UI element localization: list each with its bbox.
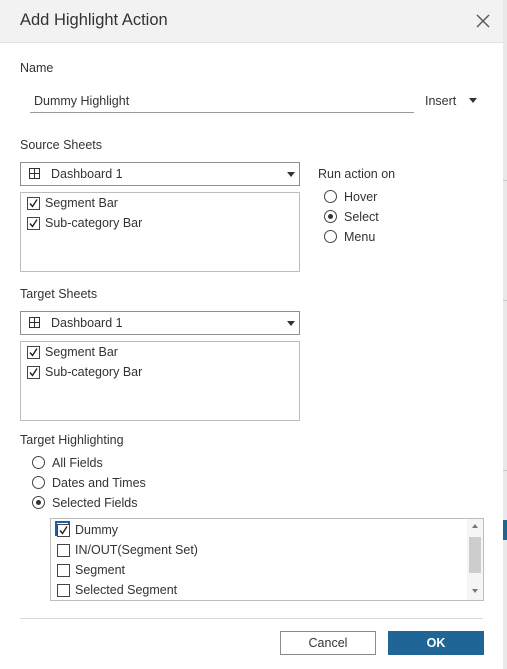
close-icon[interactable] xyxy=(474,12,492,30)
insert-dropdown[interactable]: Insert xyxy=(425,94,456,108)
target-sheet-label: Sub-category Bar xyxy=(45,365,143,379)
background-app-edge xyxy=(503,0,507,669)
chevron-down-icon xyxy=(287,321,295,326)
checkbox[interactable] xyxy=(27,217,40,230)
name-input[interactable] xyxy=(30,90,414,113)
checkbox[interactable] xyxy=(27,366,40,379)
checkbox[interactable] xyxy=(57,524,70,537)
field-label: Segment xyxy=(75,563,126,577)
field-label: IN/OUT(Segment Set) xyxy=(75,543,198,557)
dashboard-grid-icon xyxy=(29,168,40,179)
radio-button[interactable] xyxy=(32,496,45,509)
selected-fields-list: Dummy IN/OUT(Segment Set) Segment Select… xyxy=(50,518,484,601)
radio-label: Menu xyxy=(344,230,376,244)
chevron-down-icon[interactable] xyxy=(469,98,477,103)
radio-button[interactable] xyxy=(324,210,337,223)
target-sheets-label: Target Sheets xyxy=(20,287,98,301)
ok-button[interactable]: OK xyxy=(388,631,484,655)
source-sheets-dropdown[interactable]: Dashboard 1 xyxy=(20,162,300,186)
scrollbar-thumb[interactable] xyxy=(469,537,481,573)
checkbox[interactable] xyxy=(57,584,70,597)
fields-scrollbar[interactable] xyxy=(467,519,483,600)
run-action-label: Run action on xyxy=(318,167,396,181)
radio-button[interactable] xyxy=(324,230,337,243)
checkbox[interactable] xyxy=(57,564,70,577)
add-highlight-action-dialog: Add Highlight Action Name Insert Source … xyxy=(0,0,504,669)
field-label: Selected Segment xyxy=(75,583,178,597)
radio-button[interactable] xyxy=(32,456,45,469)
checkbox[interactable] xyxy=(57,544,70,557)
target-sheets-dropdown[interactable]: Dashboard 1 xyxy=(20,311,300,335)
cancel-button[interactable]: Cancel xyxy=(280,631,376,655)
target-sheet-label: Segment Bar xyxy=(45,345,118,359)
radio-label: Dates and Times xyxy=(52,476,146,490)
source-sheets-label: Source Sheets xyxy=(20,138,102,152)
radio-label: Hover xyxy=(344,190,378,204)
source-sheets-list: Segment Bar Sub-category Bar xyxy=(20,192,300,272)
footer-divider xyxy=(20,618,483,619)
checkbox[interactable] xyxy=(27,197,40,210)
target-highlighting-label: Target Highlighting xyxy=(20,433,124,447)
target-dropdown-value: Dashboard 1 xyxy=(51,316,123,330)
target-sheets-list: Segment Bar Sub-category Bar xyxy=(20,341,300,421)
field-label: Dummy xyxy=(75,523,119,537)
dashboard-grid-icon xyxy=(29,317,40,328)
chevron-down-icon xyxy=(287,172,295,177)
dialog-titlebar: Add Highlight Action xyxy=(0,0,503,43)
radio-label: Select xyxy=(344,210,379,224)
radio-button[interactable] xyxy=(32,476,45,489)
radio-label: Selected Fields xyxy=(52,496,138,510)
source-sheet-label: Segment Bar xyxy=(45,196,118,210)
radio-button[interactable] xyxy=(324,190,337,203)
source-sheet-label: Sub-category Bar xyxy=(45,216,143,230)
radio-label: All Fields xyxy=(52,456,103,470)
dialog-title: Add Highlight Action xyxy=(20,11,168,29)
scroll-down-arrow-icon[interactable] xyxy=(472,589,478,593)
name-label: Name xyxy=(20,61,54,75)
scroll-up-arrow-icon[interactable] xyxy=(472,524,478,528)
checkbox[interactable] xyxy=(27,346,40,359)
source-dropdown-value: Dashboard 1 xyxy=(51,167,123,181)
